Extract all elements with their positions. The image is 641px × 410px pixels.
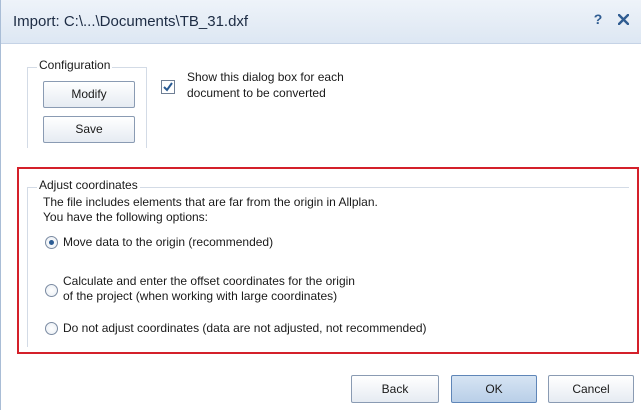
show-dialog-label-line2: document to be converted	[187, 86, 326, 100]
calculate-offset-label-line1: Calculate and enter the offset coordinat…	[63, 274, 355, 288]
move-to-origin-label[interactable]: Move data to the origin (recommended)	[63, 235, 273, 250]
adjust-description-line2: You have the following options:	[43, 210, 209, 224]
do-not-adjust-radio[interactable]	[45, 322, 58, 335]
import-dialog: Import: C:\...\Documents\TB_31.dxf ? Con…	[0, 0, 641, 410]
dialog-title: Import: C:\...\Documents\TB_31.dxf	[13, 13, 249, 30]
modify-button[interactable]: Modify	[43, 81, 135, 108]
show-dialog-label-line1: Show this dialog box for each	[187, 70, 344, 84]
calculate-offset-label[interactable]: Calculate and enter the offset coordinat…	[63, 274, 355, 304]
title-bar: Import: C:\...\Documents\TB_31.dxf ?	[1, 0, 641, 44]
adjust-description-line1: The file includes elements that are far …	[43, 195, 378, 209]
help-button[interactable]: ?	[589, 11, 607, 31]
checkmark-icon	[163, 82, 173, 92]
configuration-legend: Configuration	[37, 58, 113, 72]
calculate-offset-radio[interactable]	[45, 284, 58, 297]
show-dialog-checkbox[interactable]	[161, 80, 175, 94]
show-dialog-label[interactable]: Show this dialog box for each document t…	[187, 69, 387, 101]
adjust-description: The file includes elements that are far …	[43, 195, 378, 225]
ok-button[interactable]: OK	[451, 375, 537, 403]
cancel-button[interactable]: Cancel	[548, 375, 634, 403]
close-icon[interactable]	[614, 11, 632, 31]
calculate-offset-label-line2: of the project (when working with large …	[63, 289, 338, 303]
save-button[interactable]: Save	[43, 116, 135, 143]
move-to-origin-radio[interactable]	[45, 236, 58, 249]
back-button[interactable]: Back	[351, 375, 439, 403]
adjust-coordinates-legend: Adjust coordinates	[37, 178, 140, 192]
do-not-adjust-label[interactable]: Do not adjust coordinates (data are not …	[63, 321, 427, 336]
